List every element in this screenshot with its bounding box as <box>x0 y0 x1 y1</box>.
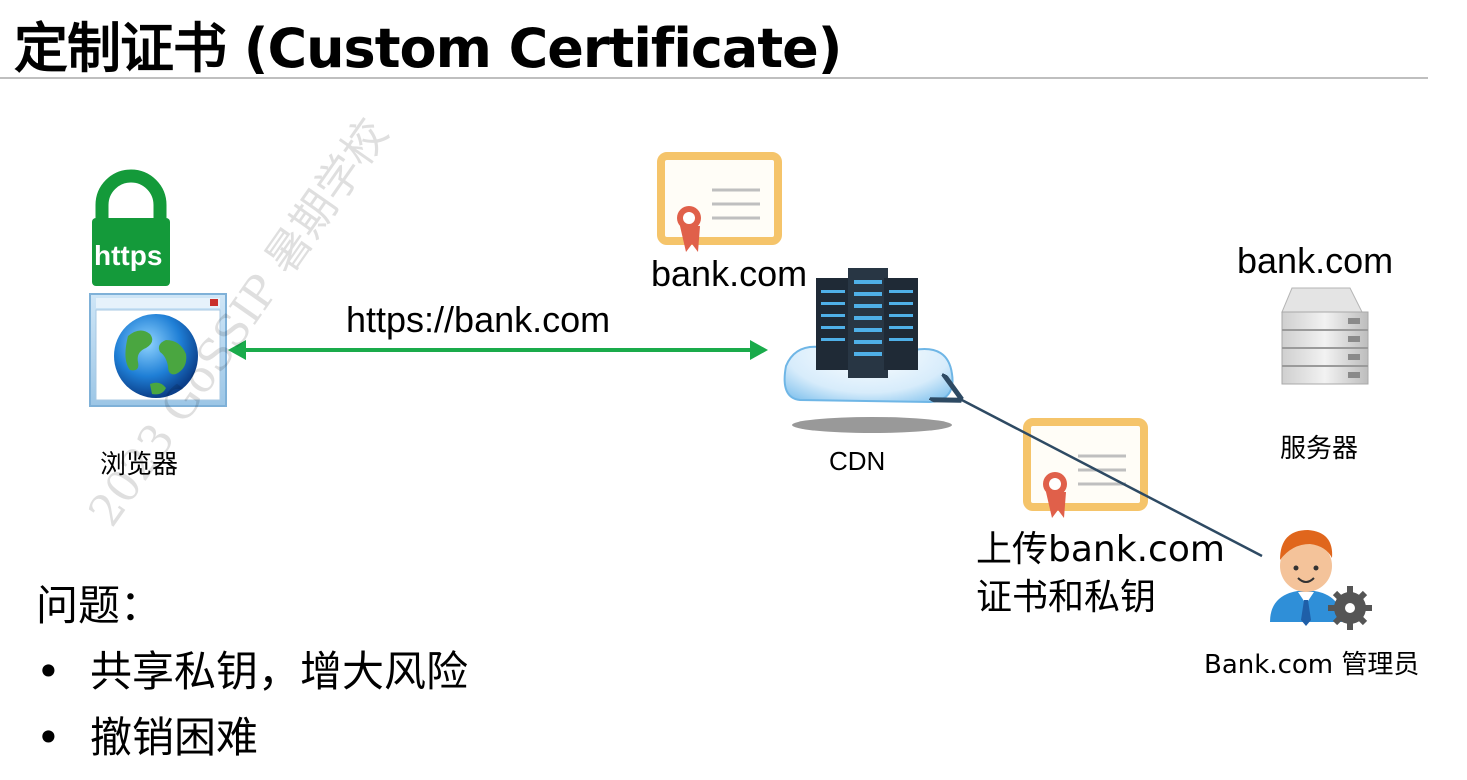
admin-avatar-icon <box>1270 530 1372 630</box>
server-label: 服务器 <box>1280 434 1359 464</box>
problem-text: 共享私钥，增大风险 <box>90 647 469 696</box>
upload-label-line1: 上传bank.com <box>976 529 1225 570</box>
upload-label-line2: 证书和私钥 <box>976 577 1157 618</box>
https-badge: https <box>94 240 163 271</box>
cdn-label: CDN <box>829 446 886 476</box>
problems-section: 问题： • 共享私钥，增大风险 • 撤销困难 <box>36 572 468 771</box>
problems-title: 问题： <box>36 581 163 630</box>
list-item: • 共享私钥，增大风险 <box>36 639 468 705</box>
bullet-icon: • <box>36 713 61 762</box>
list-item: • 撤销困难 <box>36 705 468 771</box>
connection-label: https://bank.com <box>346 299 611 340</box>
server-icon <box>1281 287 1369 385</box>
problem-text: 撤销困难 <box>90 713 259 762</box>
uploaded-certificate-icon <box>1023 418 1148 518</box>
cdn-cloud-icon <box>783 268 954 433</box>
certificate-icon <box>657 152 782 252</box>
upload-label: 上传bank.com 证书和私钥 <box>976 526 1225 622</box>
cdn-cert-domain: bank.com <box>651 253 808 294</box>
bullet-icon: • <box>36 647 61 696</box>
https-connection-arrow <box>228 340 768 360</box>
problems-list: • 共享私钥，增大风险 • 撤销困难 <box>36 639 468 771</box>
server-domain: bank.com <box>1237 240 1394 281</box>
admin-label: Bank.com 管理员 <box>1204 650 1420 680</box>
